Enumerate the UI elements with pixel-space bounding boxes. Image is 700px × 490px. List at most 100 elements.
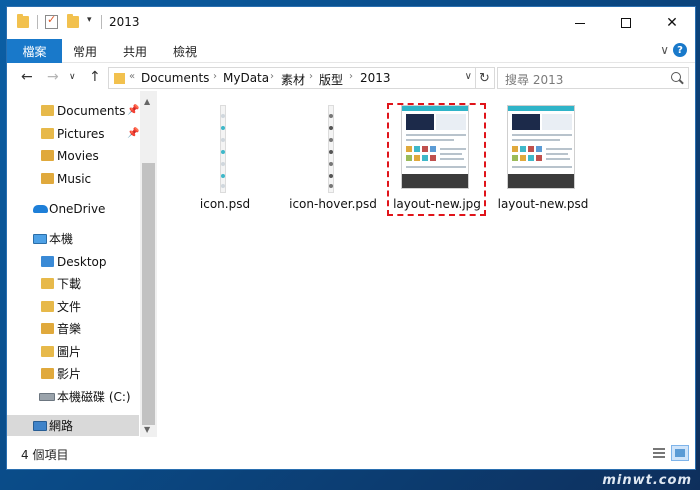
music-folder-icon xyxy=(41,323,54,334)
sidebar-item-local-disk[interactable]: 本機磁碟 (C:) xyxy=(7,386,139,407)
recent-locations-chevron-icon[interactable]: ∨ xyxy=(69,72,76,82)
computer-icon xyxy=(33,233,47,244)
minimize-button[interactable] xyxy=(557,7,603,39)
tab-file[interactable]: 檔案 xyxy=(7,39,62,63)
sidebar-item-onedrive[interactable]: OneDrive xyxy=(7,198,139,219)
documents-folder-icon xyxy=(41,301,54,312)
downloads-folder-icon xyxy=(41,278,54,289)
sidebar-item-label: 下載 xyxy=(57,277,82,291)
title-separator xyxy=(101,15,102,29)
back-button[interactable]: ← xyxy=(21,69,33,85)
sidebar-item-label: Music xyxy=(57,171,92,186)
folder-icon[interactable] xyxy=(17,14,29,28)
large-icons-view-button[interactable] xyxy=(671,445,689,461)
sidebar-item-videos-pc[interactable]: 影片 xyxy=(7,363,139,384)
file-item[interactable]: icon.psd xyxy=(173,99,277,219)
tab-view[interactable]: 檢視 xyxy=(173,39,197,63)
maximize-button[interactable] xyxy=(603,7,649,39)
sidebar-item-label: Documents xyxy=(57,103,126,118)
breadcrumb-documents[interactable]: Documents xyxy=(141,71,209,85)
expand-ribbon-chevron-icon[interactable]: ∨ xyxy=(660,43,669,57)
help-icon[interactable]: ? xyxy=(673,43,687,57)
watermark-logo: minwt.com xyxy=(602,473,692,488)
file-name: layout-new.psd xyxy=(497,197,589,211)
pictures-folder-icon xyxy=(41,128,54,139)
cloud-icon xyxy=(33,204,48,213)
address-dropdown-chevron-icon[interactable]: ∨ xyxy=(465,71,472,82)
sidebar-item-downloads[interactable]: 下載 xyxy=(7,273,139,294)
sidebar-item-label: 文件 xyxy=(57,300,82,314)
properties-icon[interactable] xyxy=(45,13,58,29)
file-item[interactable]: icon-hover.psd xyxy=(281,99,385,219)
close-button[interactable]: ✕ xyxy=(649,7,695,39)
search-icon[interactable] xyxy=(671,72,681,82)
sidebar-item-label: 網路 xyxy=(49,419,74,433)
sidebar-item-label: Movies xyxy=(57,148,99,163)
search-placeholder: 搜尋 2013 xyxy=(505,73,564,87)
desktop-icon xyxy=(41,256,54,267)
breadcrumb-mydata[interactable]: MyData xyxy=(223,71,269,85)
movies-folder-icon xyxy=(41,150,54,161)
tab-share[interactable]: 共用 xyxy=(123,39,147,63)
pin-icon: 📌 xyxy=(127,105,140,116)
sidebar-item-pictures[interactable]: Pictures 📌 xyxy=(7,123,139,144)
sidebar-item-this-pc[interactable]: 本機 xyxy=(7,228,139,249)
breadcrumb-separator: « xyxy=(129,71,136,82)
sidebar-item-label: 音樂 xyxy=(57,322,82,336)
item-count: 4 個項目 xyxy=(21,448,69,462)
sidebar-item-desktop[interactable]: Desktop xyxy=(7,251,139,272)
new-folder-icon[interactable] xyxy=(67,14,79,28)
sidebar-item-label: 本機 xyxy=(49,232,74,246)
file-list: icon.psd icon-hover.psd layout-new.jpg l… xyxy=(157,91,695,437)
forward-button[interactable]: → xyxy=(47,69,59,85)
scroll-down-icon[interactable]: ▼ xyxy=(144,425,150,434)
toolbar-separator xyxy=(37,15,38,29)
large-icons-view-icon xyxy=(675,449,685,457)
file-thumbnail xyxy=(220,105,226,193)
breadcrumb-separator: › xyxy=(309,71,313,82)
file-name: icon-hover.psd xyxy=(289,197,377,211)
breadcrumb-separator: › xyxy=(213,71,217,82)
documents-folder-icon xyxy=(41,105,54,116)
status-bar: 4 個項目 xyxy=(7,437,695,469)
sidebar-item-label: 本機磁碟 (C:) xyxy=(57,390,131,404)
breadcrumb-assets[interactable]: 素材 xyxy=(281,71,305,88)
breadcrumb-templates[interactable]: 版型 xyxy=(319,71,343,88)
file-thumbnail xyxy=(507,105,575,189)
scrollbar-thumb[interactable] xyxy=(142,163,155,425)
tab-home[interactable]: 常用 xyxy=(73,39,97,63)
up-button[interactable]: ↑ xyxy=(89,69,101,85)
breadcrumb-2013[interactable]: 2013 xyxy=(360,71,391,85)
navigation-pane: Documents 📌 Pictures 📌 Movies Music OneD… xyxy=(7,91,157,437)
sidebar-item-network[interactable]: 網路 xyxy=(7,415,139,436)
address-bar[interactable]: « Documents › MyData › 素材 › 版型 › 2013 ∨ xyxy=(108,67,495,89)
file-item[interactable]: layout-new.psd xyxy=(491,99,595,219)
sidebar-item-music[interactable]: Music xyxy=(7,168,139,189)
scroll-up-icon[interactable]: ▲ xyxy=(144,97,150,106)
network-icon xyxy=(33,420,47,431)
sidebar-item-label: OneDrive xyxy=(49,201,106,216)
sidebar-item-pictures-pc[interactable]: 圖片 xyxy=(7,341,139,362)
file-thumbnail xyxy=(328,105,334,193)
videos-folder-icon xyxy=(41,368,54,379)
maximize-icon xyxy=(621,18,631,28)
refresh-button[interactable]: ↻ xyxy=(475,67,493,89)
search-input[interactable]: 搜尋 2013 xyxy=(497,67,689,89)
file-name: icon.psd xyxy=(199,197,251,211)
pin-icon: 📌 xyxy=(127,128,140,139)
highlight-box xyxy=(387,103,486,216)
customize-toolbar-chevron-icon[interactable]: ▾ xyxy=(87,15,92,25)
minimize-icon xyxy=(575,22,585,24)
file-explorer-window: ▾ 2013 ✕ 檔案 常用 共用 檢視 ∨ ? ← → ∨ ↑ « Docum… xyxy=(6,6,696,470)
pictures-folder-icon xyxy=(41,346,54,357)
folder-icon xyxy=(114,73,125,84)
breadcrumb-separator: › xyxy=(349,71,353,82)
details-view-button[interactable] xyxy=(651,446,667,460)
sidebar-item-label: 影片 xyxy=(57,367,82,381)
sidebar-item-label: Pictures xyxy=(57,126,105,141)
sidebar-item-documents[interactable]: Documents 📌 xyxy=(7,100,139,121)
breadcrumb-separator: › xyxy=(270,71,274,82)
sidebar-item-music-pc[interactable]: 音樂 xyxy=(7,318,139,339)
sidebar-item-movies[interactable]: Movies xyxy=(7,145,139,166)
sidebar-item-documents-pc[interactable]: 文件 xyxy=(7,296,139,317)
